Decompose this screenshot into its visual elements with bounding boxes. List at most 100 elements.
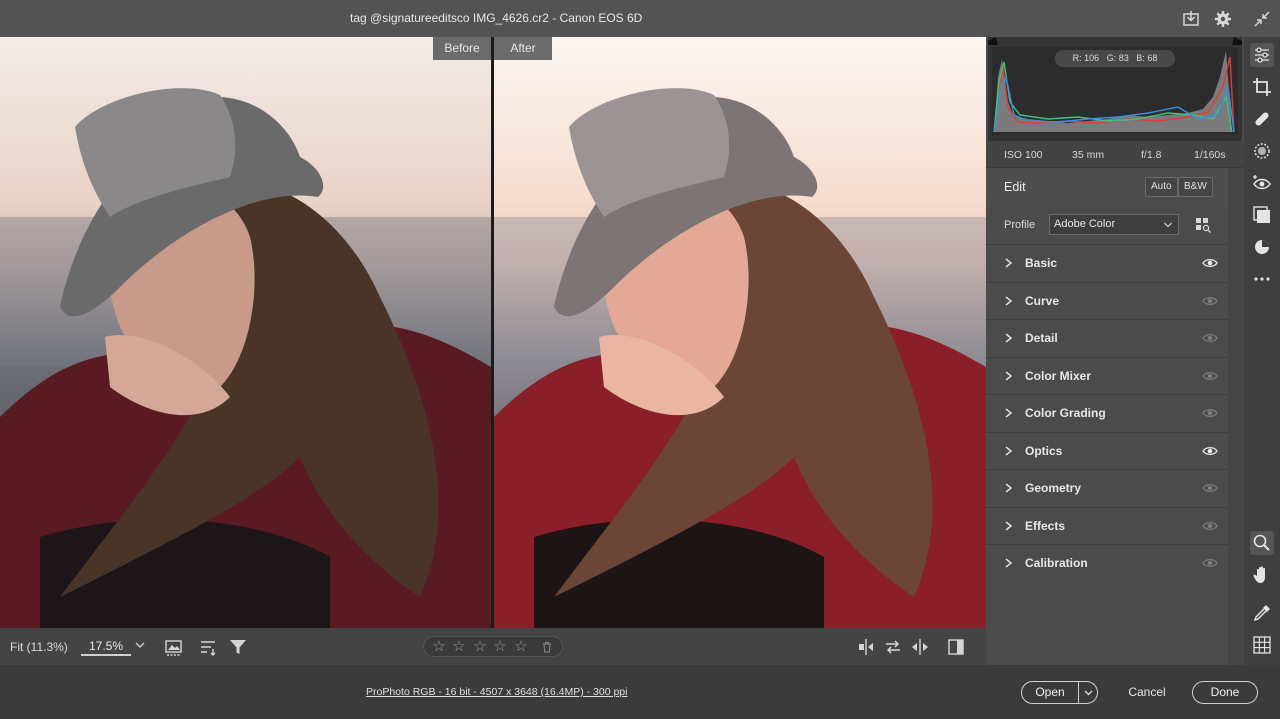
trash-icon[interactable]	[541, 641, 553, 653]
visibility-eye-icon[interactable]	[1202, 407, 1218, 419]
collapse-icon[interactable]	[1252, 9, 1272, 29]
visibility-eye-icon[interactable]	[1202, 370, 1218, 382]
cancel-button[interactable]: Cancel	[1118, 681, 1176, 704]
edit-sections-list: Basic Curve Detail Color Mixer Color Grading…	[986, 244, 1228, 582]
section-label: Optics	[1025, 443, 1063, 458]
visibility-eye-icon[interactable]	[1202, 332, 1218, 344]
profile-browser-icon[interactable]	[1195, 217, 1211, 233]
section-curve[interactable]: Curve	[986, 281, 1228, 319]
status-bar: ProPhoto RGB - 16 bit - 4507 x 3648 (16.…	[0, 665, 1280, 719]
open-button[interactable]: Open	[1021, 681, 1098, 704]
edit-sliders-icon[interactable]	[1250, 43, 1274, 67]
chevron-right-icon	[1005, 445, 1013, 456]
grid-icon[interactable]	[1250, 633, 1274, 657]
section-label: Curve	[1025, 293, 1060, 308]
before-label: Before	[433, 37, 491, 60]
before-photo	[0, 37, 491, 628]
settings-gear-icon[interactable]	[1213, 9, 1233, 29]
star-1-icon[interactable]: ☆	[430, 638, 448, 656]
chevron-down-icon[interactable]	[1083, 687, 1094, 698]
chevron-right-icon	[1005, 408, 1013, 418]
workflow-options-link[interactable]: ProPhoto RGB - 16 bit - 4507 x 3648 (16.…	[366, 686, 627, 698]
save-download-icon[interactable]	[1181, 9, 1201, 29]
star-3-icon[interactable]: ☆	[471, 638, 489, 656]
red-eye-icon[interactable]	[1250, 171, 1274, 195]
profile-row: Profile Adobe Color	[986, 208, 1228, 244]
chevron-down-icon[interactable]	[134, 639, 146, 651]
auto-button[interactable]: Auto	[1145, 177, 1178, 197]
star-4-icon[interactable]: ☆	[491, 638, 509, 656]
more-icon[interactable]	[1250, 267, 1274, 291]
panel-scrollbar[interactable]	[1228, 168, 1244, 665]
star-2-icon[interactable]: ☆	[450, 638, 468, 656]
masking-icon[interactable]	[1250, 139, 1274, 163]
bw-button[interactable]: B&W	[1178, 177, 1213, 197]
snapshots-icon[interactable]	[1250, 235, 1274, 259]
visibility-eye-icon[interactable]	[1202, 257, 1218, 269]
section-label: Color Grading	[1025, 406, 1106, 420]
edit-header: Edit Auto B&W	[986, 168, 1228, 208]
exif-focal-length: 35 mm	[1072, 149, 1105, 161]
chevron-right-icon	[1005, 483, 1013, 493]
open-button-label[interactable]: Open	[1022, 682, 1078, 703]
visibility-eye-icon[interactable]	[1202, 520, 1218, 532]
edit-panel: R: 106 G: 83 B: 68 ISO 100 35 mm f/1.8 1…	[986, 37, 1244, 665]
exif-iso: ISO 100	[1004, 149, 1043, 161]
r-value: 106	[1084, 53, 1100, 63]
done-button[interactable]: Done	[1192, 681, 1258, 704]
star-5-icon[interactable]: ☆	[512, 638, 530, 656]
chevron-right-icon	[1005, 520, 1013, 531]
section-label: Effects	[1025, 518, 1066, 533]
g-value: 83	[1118, 53, 1129, 63]
after-label: After	[494, 37, 552, 60]
crop-icon[interactable]	[1250, 75, 1274, 99]
rgb-readout: R: 106 G: 83 B: 68	[1055, 50, 1175, 67]
zoom-icon[interactable]	[1250, 531, 1274, 555]
exif-aperture: f/1.8	[1141, 149, 1162, 161]
tool-strip	[1244, 37, 1280, 665]
section-label: Calibration	[1025, 556, 1088, 570]
visibility-eye-icon[interactable]	[1202, 557, 1218, 569]
swap-before-after-icon[interactable]	[856, 637, 876, 657]
hand-icon[interactable]	[1250, 563, 1274, 587]
toggle-split-icon[interactable]	[946, 637, 966, 657]
section-basic[interactable]: Basic	[986, 244, 1228, 282]
image-view-icon[interactable]	[164, 637, 184, 657]
section-label: Color Mixer	[1025, 368, 1092, 383]
profile-label: Profile	[1004, 219, 1036, 231]
section-effects[interactable]: Effects	[986, 506, 1228, 544]
copy-settings-icon[interactable]	[883, 637, 903, 657]
swap-icon[interactable]	[910, 637, 930, 657]
visibility-eye-icon[interactable]	[1202, 482, 1218, 494]
filter-icon[interactable]	[228, 637, 248, 657]
chevron-right-icon	[1005, 295, 1013, 306]
open-button-divider	[1078, 682, 1079, 703]
sort-icon[interactable]	[198, 637, 218, 657]
section-color-grading[interactable]: Color Grading	[986, 394, 1228, 432]
photo-canvas[interactable]: Before After	[0, 37, 986, 628]
after-photo	[494, 37, 986, 628]
exif-shutter: 1/160s	[1194, 149, 1226, 161]
r-label: R:	[1072, 53, 1082, 63]
chevron-right-icon	[1005, 258, 1013, 268]
star-rating[interactable]: ☆ ☆ ☆ ☆ ☆	[423, 636, 563, 657]
chevron-right-icon	[1005, 370, 1013, 381]
eyedropper-icon[interactable]	[1250, 601, 1274, 625]
section-calibration[interactable]: Calibration	[986, 544, 1228, 582]
section-detail[interactable]: Detail	[986, 319, 1228, 357]
section-color-mixer[interactable]: Color Mixer	[986, 356, 1228, 394]
section-label: Detail	[1025, 331, 1058, 345]
view-toolbar: Fit (11.3%) 17.5% ☆ ☆ ☆ ☆ ☆	[0, 628, 986, 665]
section-label: Basic	[1025, 256, 1058, 270]
visibility-eye-icon[interactable]	[1202, 295, 1218, 307]
zoom-fit-button[interactable]: Fit (11.3%)	[10, 640, 68, 654]
visibility-eye-icon[interactable]	[1202, 445, 1218, 457]
chevron-right-icon	[1005, 333, 1013, 343]
g-label: G:	[1106, 53, 1117, 63]
zoom-level-select[interactable]: 17.5%	[81, 636, 131, 656]
presets-icon[interactable]	[1250, 203, 1274, 227]
section-geometry[interactable]: Geometry	[986, 469, 1228, 507]
healing-icon[interactable]	[1250, 107, 1274, 131]
section-optics[interactable]: Optics	[986, 431, 1228, 469]
profile-select[interactable]: Adobe Color	[1049, 214, 1179, 235]
